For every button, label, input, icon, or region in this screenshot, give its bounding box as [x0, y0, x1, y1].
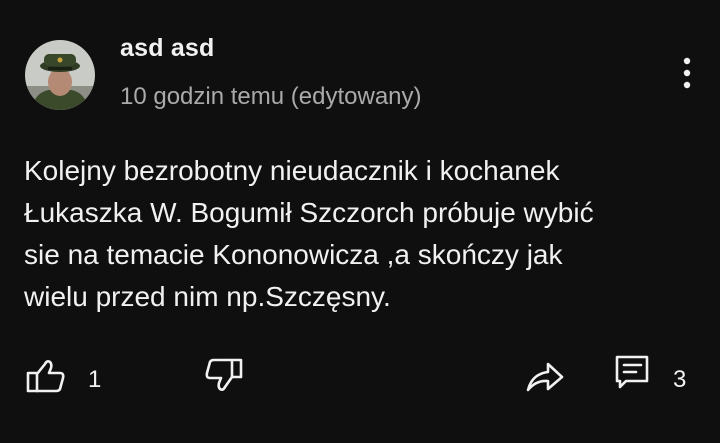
share-arrow-icon [526, 362, 564, 392]
comment-text-line: Kolejny bezrobotny nieudacznik i kochane… [24, 155, 560, 186]
thumb-down-icon [205, 358, 243, 391]
author-name[interactable]: asd asd [120, 34, 215, 63]
share-button[interactable] [524, 358, 566, 394]
comment-text-line: Łukaszka W. Bogumił Szczorch próbuje wyb… [24, 197, 594, 228]
like-button[interactable] [26, 358, 68, 394]
comment-text-line: wielu przed nim np.Szczęsny. [24, 281, 391, 312]
thumb-up-icon [26, 360, 65, 393]
comment-text: Kolejny bezrobotny nieudacznik i kochane… [24, 150, 694, 318]
dislike-button[interactable] [204, 357, 246, 393]
comment-timestamp: 10 godzin temu (edytowany) [120, 83, 422, 110]
avatar[interactable] [25, 40, 95, 110]
comment-icon [615, 355, 649, 389]
reply-button[interactable] [614, 354, 652, 390]
comment-card: asd asd 10 godzin temu (edytowany) Kolej… [0, 0, 720, 443]
reply-count: 3 [673, 366, 687, 393]
comment-text-line: sie na temacie Kononowicza ,a skończy ja… [24, 239, 563, 270]
like-count: 1 [88, 366, 102, 393]
more-vert-icon[interactable] [672, 54, 702, 94]
